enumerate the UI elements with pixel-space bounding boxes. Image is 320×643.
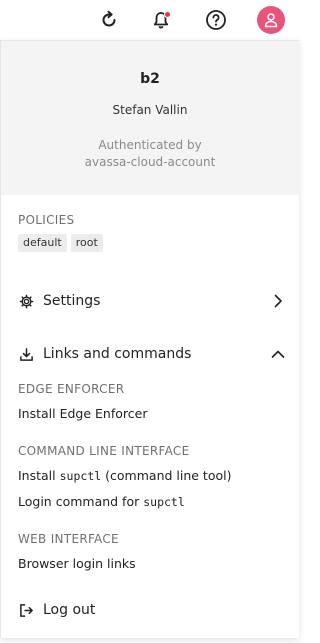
- profile-section: b2 Stefan Vallin Authenticated by avassa…: [1, 41, 299, 195]
- top-bar: [0, 0, 299, 40]
- auth-line-1: Authenticated by: [98, 138, 202, 152]
- links-and-commands-toggle[interactable]: Links and commands: [18, 342, 286, 366]
- user-avatar-button[interactable]: [257, 6, 285, 34]
- browser-login-links-link[interactable]: Browser login links: [18, 556, 136, 571]
- supctl-code: supctl: [143, 495, 185, 509]
- install-supctl-suffix: (command line tool): [105, 468, 232, 483]
- full-name: Stefan Vallin: [112, 103, 188, 117]
- help-icon[interactable]: [203, 7, 229, 33]
- download-icon: [18, 346, 34, 362]
- username: b2: [140, 71, 160, 87]
- policy-chip: root: [70, 234, 103, 252]
- auth-line-2: avassa-cloud-account: [84, 155, 216, 169]
- logout-label: Log out: [43, 602, 96, 618]
- settings-label: Settings: [43, 293, 101, 309]
- chevron-right-icon: [270, 293, 286, 309]
- links-and-commands-label: Links and commands: [43, 346, 192, 362]
- login-command-link[interactable]: Login command for supctl: [18, 494, 185, 509]
- settings-item[interactable]: Settings: [18, 289, 286, 313]
- install-supctl-link[interactable]: Install supctl (command line tool): [18, 468, 231, 483]
- refresh-icon[interactable]: [96, 7, 122, 33]
- install-supctl-prefix: Install: [18, 468, 56, 483]
- logout-item[interactable]: Log out: [18, 598, 286, 622]
- auth-info: Authenticated by avassa-cloud-account: [1, 137, 299, 171]
- notification-badge: [164, 11, 171, 18]
- bell-icon[interactable]: [148, 7, 174, 33]
- policies-heading: POLICIES: [18, 213, 75, 227]
- edge-enforcer-heading: EDGE ENFORCER: [18, 382, 125, 396]
- cli-heading: COMMAND LINE INTERFACE: [18, 444, 190, 458]
- chevron-up-icon: [270, 346, 286, 362]
- web-interface-heading: WEB INTERFACE: [18, 532, 119, 546]
- logout-icon: [18, 602, 34, 618]
- gear-icon: [18, 293, 34, 309]
- install-edge-enforcer-link[interactable]: Install Edge Enforcer: [18, 406, 147, 421]
- login-command-prefix: Login command for: [18, 494, 140, 509]
- supctl-code: supctl: [59, 469, 102, 483]
- user-menu-panel: b2 Stefan Vallin Authenticated by avassa…: [0, 40, 299, 638]
- policy-chip: default: [18, 234, 67, 252]
- user-icon: [264, 13, 278, 28]
- policy-chips: default root: [18, 234, 103, 252]
